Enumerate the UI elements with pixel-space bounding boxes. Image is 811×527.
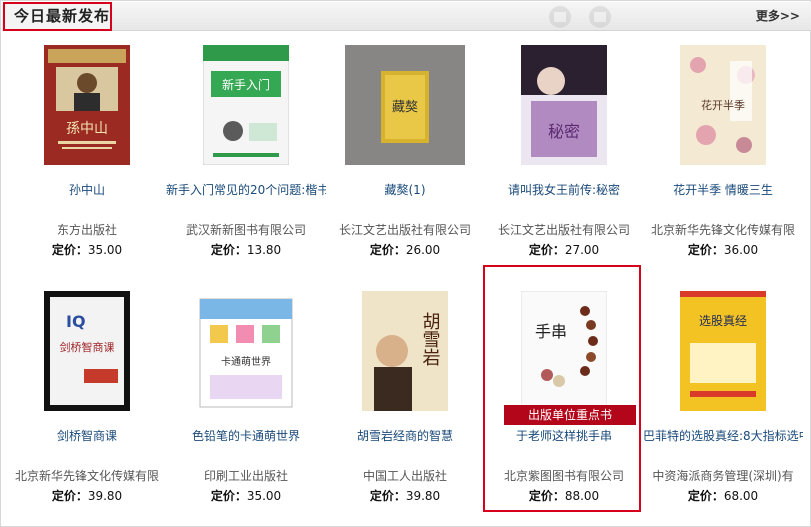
book-cover[interactable]: 秘密 [521,45,607,165]
section-header [2,2,811,31]
book-publisher: 长江文艺出版社有限公司 [338,223,471,237]
book-title[interactable]: 花开半季 情暖三生 [643,181,803,198]
cover-title: 胡雪岩 [420,312,441,366]
book-price: 定价：68.00 [687,489,759,503]
cover-title: 剑桥智商课 [60,340,115,354]
new-releases-panel: 今日最新发布 更多>> 孫中山 孙中山 东方出版社 定价：35.00 新手入门 [0,0,811,527]
cover-title: 花开半季 [701,98,745,112]
book-card[interactable]: 秘密 请叫我女王前传:秘密 长江文艺出版社有限公司 定价：27.00 [484,45,644,285]
book-publisher: 长江文艺出版社有限公司 [497,223,630,237]
book-price: 定价：39.80 [51,489,123,503]
book-card[interactable]: 藏獒 藏獒(1) 长江文艺出版社有限公司 定价：26.00 [325,45,485,285]
cover-title: 选股真经 [699,314,747,328]
book-price: 定价：26.00 [369,243,441,257]
book-cover[interactable]: 藏獒 [345,45,465,165]
section-title: 今日最新发布 [3,2,112,31]
book-title[interactable]: 新手入门常见的20个问题:楷书 [166,181,326,198]
book-title[interactable]: 请叫我女王前传:秘密 [484,181,644,198]
book-price: 定价：13.80 [210,243,282,257]
featured-badge: 出版单位重点书 [504,405,636,425]
watermark-icon [549,6,611,28]
book-cover[interactable]: 胡雪岩 [362,291,448,411]
book-card[interactable]: 花开半季 花开半季 情暖三生 北京新华先锋文化传媒有限 定价：36.00 [643,45,803,285]
book-title[interactable]: 色铅笔的卡通萌世界 [166,427,326,444]
book-publisher: 东方出版社 [56,223,117,237]
book-title[interactable]: 巴菲特的选股真经:8大指标选中成长型股票,让你 [643,427,803,444]
book-card[interactable]: 卡通萌世界 色铅笔的卡通萌世界 印刷工业出版社 定价：35.00 [166,291,326,527]
book-card[interactable]: 胡雪岩 胡雪岩经商的智慧 中国工人出版社 定价：39.80 [325,291,485,527]
cover-title: 秘密 [548,122,580,141]
featured-highlight-box [483,265,641,512]
cover-title: 新手入门 [222,77,270,92]
book-cover[interactable]: 卡通萌世界 [196,291,296,411]
book-price: 定价：35.00 [51,243,123,257]
book-publisher: 北京新华先锋文化传媒有限 [14,469,159,483]
cover-title: 藏獒 [392,100,418,115]
book-cover[interactable]: IQ 剑桥智商课 [44,291,130,411]
book-publisher: 中资海派商务管理(深圳)有 [652,469,794,483]
book-price: 定价：39.80 [369,489,441,503]
book-title[interactable]: 胡雪岩经商的智慧 [325,427,485,444]
book-publisher: 武汉新新图书有限公司 [185,223,306,237]
book-card[interactable]: 新手入门 新手入门常见的20个问题:楷书 武汉新新图书有限公司 定价：13.80 [166,45,326,285]
book-cover[interactable]: 新手入门 [203,45,289,165]
book-title[interactable]: 藏獒(1) [325,181,485,198]
book-card[interactable]: IQ 剑桥智商课 剑桥智商课 北京新华先锋文化传媒有限 定价：39.80 [7,291,167,527]
book-publisher: 印刷工业出版社 [203,469,288,483]
more-link[interactable]: 更多>> [756,7,800,24]
book-price: 定价：35.00 [210,489,282,503]
book-cover[interactable]: 选股真经 [680,291,766,411]
book-price: 定价：36.00 [687,243,759,257]
book-publisher: 北京新华先锋文化传媒有限 [650,223,795,237]
cover-title: 卡通萌世界 [221,355,271,368]
book-price: 定价：27.00 [528,243,600,257]
book-publisher: 中国工人出版社 [362,469,447,483]
book-title[interactable]: 孙中山 [7,181,167,198]
cover-title: 孫中山 [66,121,108,137]
book-card[interactable]: 孫中山 孙中山 东方出版社 定价：35.00 [7,45,167,285]
book-title[interactable]: 剑桥智商课 [7,427,167,444]
book-cover[interactable]: 花开半季 [680,45,766,165]
book-cover[interactable]: 孫中山 [44,45,130,165]
book-card[interactable]: 选股真经 巴菲特的选股真经:8大指标选中成长型股票,让你 中资海派商务管理(深圳… [643,291,803,527]
iq-icon: IQ [66,312,86,331]
